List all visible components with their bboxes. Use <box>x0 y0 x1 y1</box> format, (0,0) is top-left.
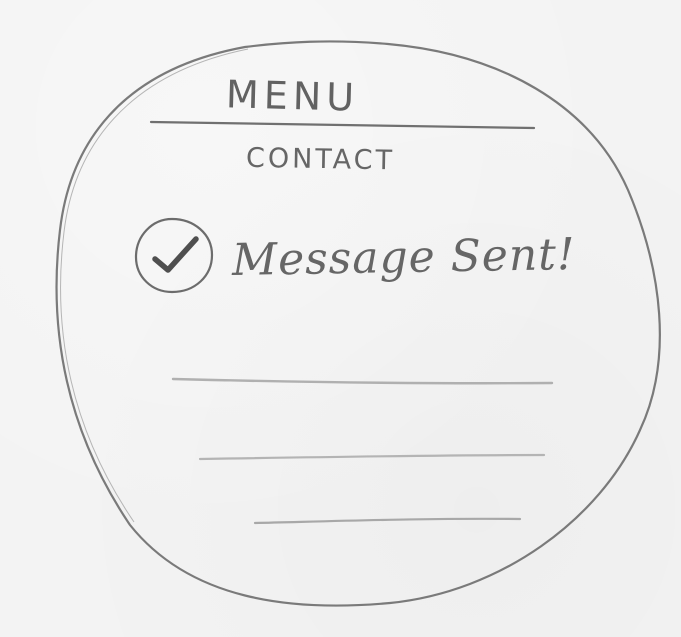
check-circle-icon <box>134 217 214 294</box>
section-title: CONTACT <box>245 142 396 177</box>
menu-label[interactable]: MENU <box>225 72 359 119</box>
placeholder-line-2 <box>198 453 546 461</box>
header-divider <box>149 120 536 130</box>
placeholder-line-1 <box>171 377 554 385</box>
placeholder-line-3 <box>253 517 522 525</box>
status-message: Message Sent! <box>231 229 576 286</box>
